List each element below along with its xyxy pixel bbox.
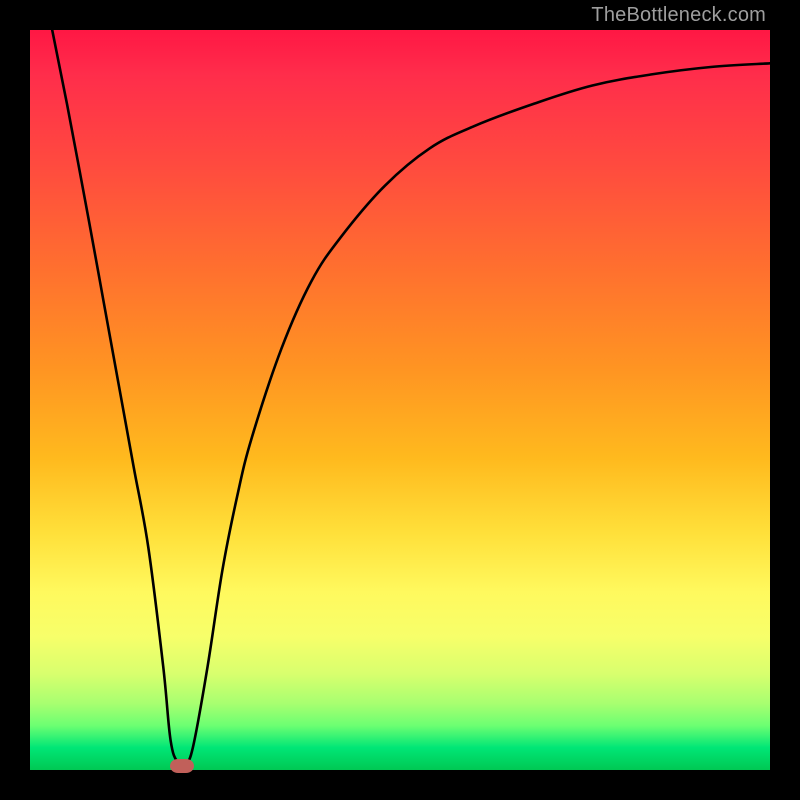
min-marker	[170, 759, 194, 773]
plot-area	[30, 30, 770, 770]
watermark-text: TheBottleneck.com	[591, 4, 766, 27]
chart-frame: TheBottleneck.com	[0, 0, 800, 800]
bottleneck-curve	[30, 30, 770, 770]
